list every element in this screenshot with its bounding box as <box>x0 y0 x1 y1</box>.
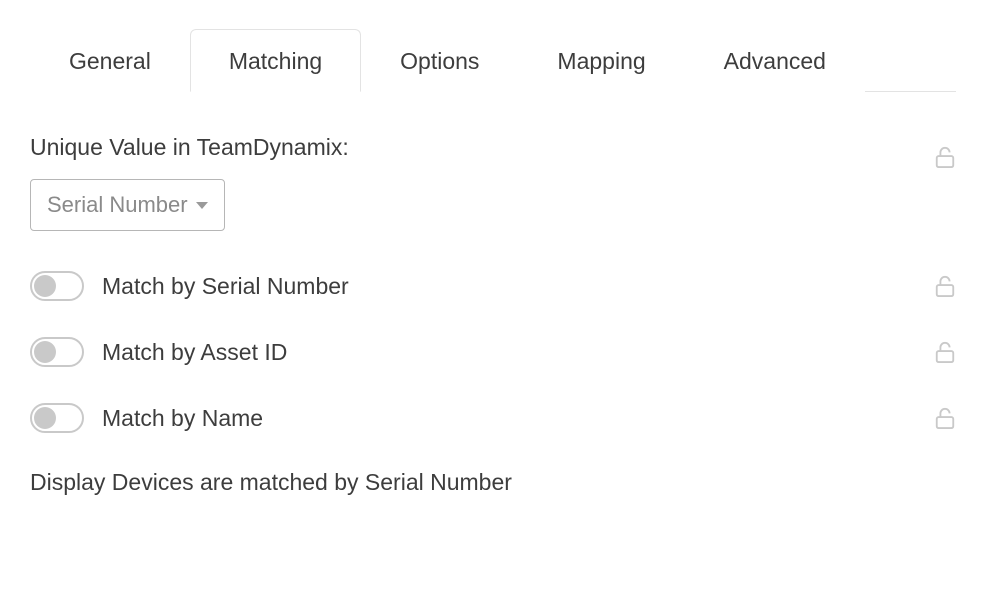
tab-panel-matching: Unique Value in TeamDynamix: Serial Numb… <box>30 92 956 496</box>
chevron-down-icon <box>196 202 208 209</box>
match-name-label: Match by Name <box>102 405 263 432</box>
unlock-icon <box>934 406 956 430</box>
unlock-icon <box>934 340 956 364</box>
match-asset-toggle[interactable] <box>30 337 84 367</box>
matching-hint: Display Devices are matched by Serial Nu… <box>30 469 956 496</box>
unique-value-label: Unique Value in TeamDynamix: <box>30 134 349 161</box>
unlock-icon <box>934 145 956 169</box>
tab-options[interactable]: Options <box>361 29 518 92</box>
unique-value-dropdown[interactable]: Serial Number <box>30 179 225 231</box>
tab-advanced[interactable]: Advanced <box>685 29 865 92</box>
unique-value-selected: Serial Number <box>47 192 188 218</box>
tab-general[interactable]: General <box>30 29 190 92</box>
tab-matching[interactable]: Matching <box>190 29 361 92</box>
match-serial-toggle[interactable] <box>30 271 84 301</box>
tab-mapping[interactable]: Mapping <box>518 29 684 92</box>
match-asset-label: Match by Asset ID <box>102 339 287 366</box>
match-serial-label: Match by Serial Number <box>102 273 349 300</box>
tab-bar: General Matching Options Mapping Advance… <box>30 28 956 92</box>
unlock-icon <box>934 274 956 298</box>
match-name-toggle[interactable] <box>30 403 84 433</box>
